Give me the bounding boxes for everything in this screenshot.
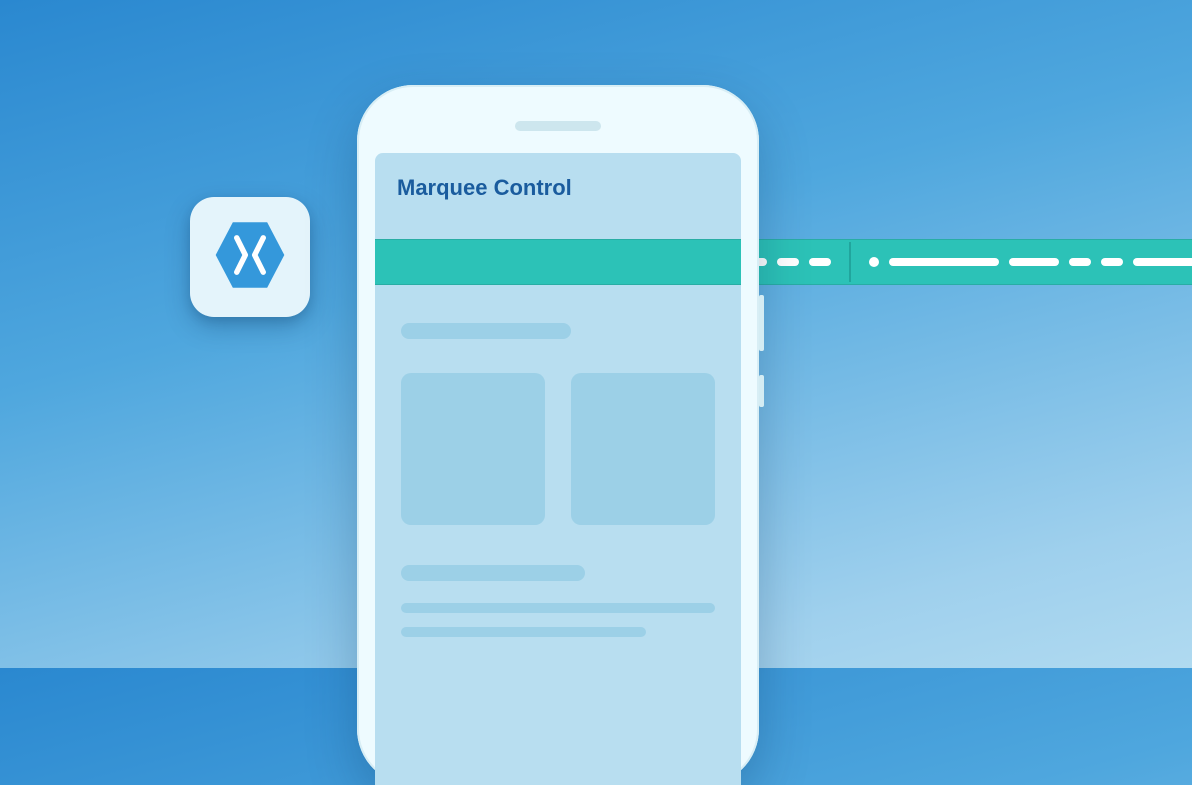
placeholder-text-line <box>401 603 715 613</box>
placeholder-heading <box>401 565 585 581</box>
phone-screen: Marquee Control <box>375 153 741 785</box>
marquee-strip-inner <box>375 239 741 285</box>
side-button <box>759 295 764 351</box>
screen-content-placeholder <box>401 323 715 637</box>
screen-title: Marquee Control <box>397 175 572 201</box>
placeholder-card-row <box>401 373 715 525</box>
side-button <box>759 375 764 407</box>
placeholder-text-line <box>401 627 646 637</box>
placeholder-card <box>401 373 545 525</box>
placeholder-card <box>571 373 715 525</box>
xamarin-badge <box>190 197 310 317</box>
phone-speaker <box>515 121 601 131</box>
phone-mockup: Marquee Control <box>357 85 759 785</box>
xamarin-icon <box>211 216 289 299</box>
placeholder-heading <box>401 323 571 339</box>
